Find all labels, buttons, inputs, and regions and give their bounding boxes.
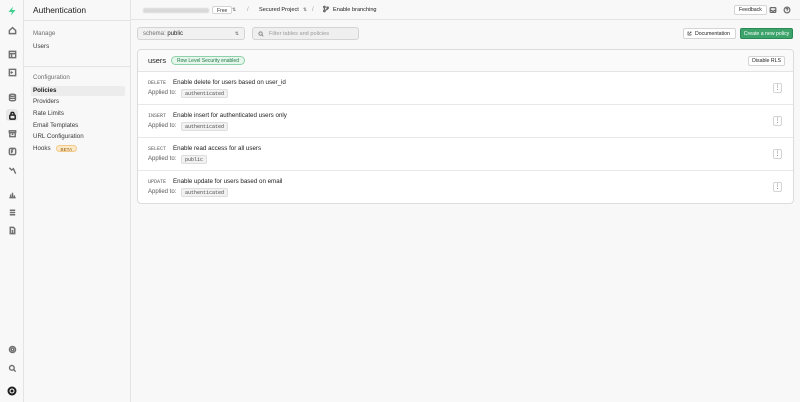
menu-section-configuration: Configuration (33, 74, 70, 81)
documentation-label: Documentation (695, 31, 730, 37)
menu-title: Authentication (33, 5, 87, 15)
policy-name[interactable]: Enable read access for all users (173, 145, 261, 152)
divider (24, 20, 131, 21)
help-icon[interactable] (783, 0, 791, 20)
org-selector[interactable] (143, 0, 209, 20)
policy-row: UPDATE Enable update for users based on … (138, 171, 793, 204)
policy-command: SELECT (148, 146, 167, 152)
breadcrumb-separator: / (247, 7, 249, 13)
database-icon[interactable] (6, 91, 18, 103)
table-name: users (148, 56, 167, 65)
policy-command: INSERT (148, 113, 167, 119)
filter-placeholder: Filter tables and policies (269, 31, 330, 37)
schema-label: schema: (143, 31, 166, 37)
documentation-button[interactable]: Documentation (683, 28, 736, 39)
filter-input[interactable]: Filter tables and policies (252, 27, 359, 40)
enable-branching-button[interactable]: Enable branching (322, 0, 377, 20)
rls-enabled-badge: Row Level Security enabled (171, 56, 245, 65)
git-branch-icon (322, 5, 330, 15)
disable-rls-button[interactable]: Disable RLS (748, 56, 785, 66)
policy-role: authenticated (181, 122, 229, 131)
icon-rail (0, 0, 24, 402)
applied-to-label: Applied to: (148, 189, 177, 195)
menu-item-label: Hooks (33, 145, 51, 152)
menu-item-url-configuration[interactable]: URL Configuration (31, 132, 125, 142)
beta-badge: BETA (55, 144, 78, 152)
functions-icon[interactable] (6, 145, 18, 157)
applied-to-label: Applied to: (148, 123, 177, 129)
archive-icon[interactable] (6, 127, 18, 139)
policy-command: UPDATE (148, 179, 167, 185)
policy-command: DELETE (148, 80, 167, 86)
auth-menu: Authentication Manage Users Configuratio… (24, 0, 131, 402)
project-name: Secured Project (259, 7, 299, 13)
policy-role: authenticated (181, 89, 229, 98)
feedback-button[interactable]: Feedback (734, 5, 767, 15)
supabase-logo-icon[interactable] (6, 5, 18, 17)
policy-role: public (181, 155, 208, 164)
chevron-updown-icon: ⇅ (234, 31, 239, 37)
home-icon[interactable] (6, 24, 18, 36)
schema-value: public (167, 31, 184, 37)
menu-item-users[interactable]: Users (31, 42, 125, 52)
menu-item-policies[interactable]: Policies (31, 86, 125, 96)
plan-badge: Free (212, 0, 233, 20)
create-policy-button[interactable]: Create a new policy (740, 28, 793, 39)
policy-row: DELETE Enable delete for users based on … (138, 72, 793, 105)
policy-name[interactable]: Enable update for users based on email (173, 178, 282, 185)
search-icon[interactable] (6, 362, 18, 374)
file-icon[interactable] (6, 224, 18, 236)
more-options-icon[interactable]: ⋮ (773, 182, 782, 192)
policy-role: authenticated (181, 188, 229, 197)
divider (24, 66, 131, 67)
project-selector[interactable]: Secured Project ⇅ (259, 0, 307, 20)
more-options-icon[interactable]: ⋮ (773, 149, 782, 159)
list-icon[interactable] (6, 206, 18, 218)
realtime-icon[interactable] (6, 164, 18, 176)
branching-label: Enable branching (333, 7, 377, 13)
plan-label: Free (212, 6, 233, 14)
table-icon[interactable] (6, 48, 18, 60)
menu-item-hooks[interactable]: Hooks BETA (31, 144, 125, 154)
menu-item-rate-limits[interactable]: Rate Limits (31, 109, 125, 119)
more-options-icon[interactable]: ⋮ (773, 116, 782, 126)
card-header: users Row Level Security enabled Disable… (138, 50, 793, 72)
policy-name[interactable]: Enable delete for users based on user_id (173, 79, 286, 86)
chart-icon[interactable] (6, 188, 18, 200)
auth-icon[interactable] (6, 109, 18, 121)
external-link-icon (687, 31, 692, 36)
avatar-icon[interactable] (6, 385, 18, 397)
policy-row: INSERT Enable insert for authenticated u… (138, 105, 793, 138)
menu-item-providers[interactable]: Providers (31, 97, 125, 107)
chevron-updown-icon: ⇅ (302, 7, 308, 13)
more-options-icon[interactable]: ⋮ (773, 83, 782, 93)
menu-item-email-templates[interactable]: Email Templates (31, 121, 125, 131)
top-bar: Free ⇅ / Secured Project ⇅ / Enable bran… (131, 0, 800, 20)
chevron-updown-icon[interactable]: ⇅ (232, 0, 236, 20)
applied-to-label: Applied to: (148, 90, 177, 96)
terminal-icon[interactable] (6, 66, 18, 78)
inbox-icon[interactable] (769, 0, 777, 20)
breadcrumb-separator: / (312, 7, 314, 13)
table-policies-card: users Row Level Security enabled Disable… (137, 49, 794, 204)
org-name-redacted (143, 7, 209, 13)
menu-section-manage: Manage (33, 30, 56, 37)
policy-row: SELECT Enable read access for all users … (138, 138, 793, 171)
schema-selector[interactable]: schema: public ⇅ (137, 27, 245, 40)
gear-icon[interactable] (6, 343, 18, 355)
search-icon (258, 31, 264, 37)
policy-name[interactable]: Enable insert for authenticated users on… (173, 112, 287, 119)
applied-to-label: Applied to: (148, 156, 177, 162)
